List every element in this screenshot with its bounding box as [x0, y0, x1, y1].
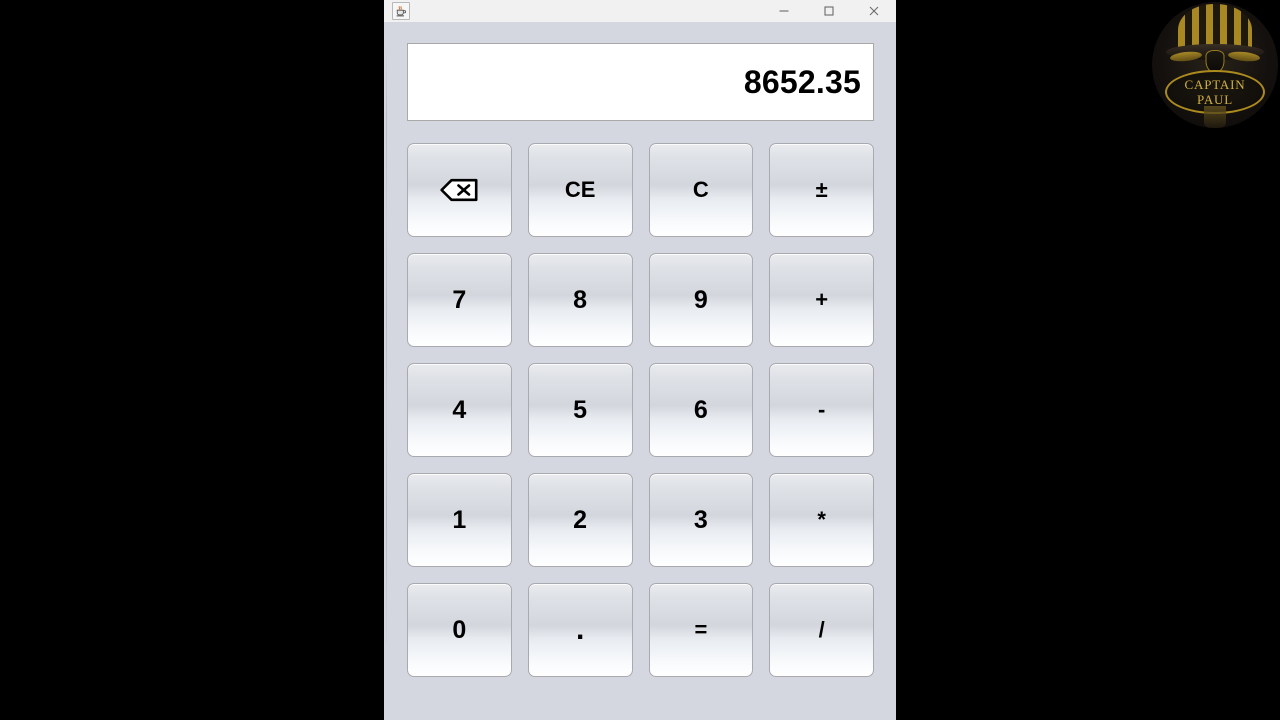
calculator-keypad: CE C ±7 8 9 +4 5 6 - 1 2 3 * 0. = / [407, 143, 874, 677]
maximize-icon[interactable] [806, 0, 851, 22]
key-digit-8[interactable]: 8 [527, 253, 633, 347]
key-label: 0 [452, 615, 467, 644]
key-decimal-point[interactable]: . [527, 583, 633, 677]
key-label: C [692, 177, 709, 202]
key-backspace[interactable] [407, 143, 512, 237]
key-digit-2[interactable]: 2 [527, 473, 633, 567]
key-label: 8 [573, 285, 588, 314]
window-controls [761, 0, 896, 22]
key-label: - [817, 397, 826, 422]
key-subtract[interactable]: - [769, 363, 874, 457]
key-digit-1[interactable]: 1 [407, 473, 512, 567]
key-digit-7[interactable]: 7 [407, 253, 512, 347]
key-digit-4[interactable]: 4 [407, 363, 512, 457]
key-digit-6[interactable]: 6 [648, 363, 754, 457]
window-edge-artifact [386, 44, 387, 644]
key-digit-3[interactable]: 3 [648, 473, 754, 567]
key-label: = [694, 617, 708, 642]
key-add[interactable]: + [769, 253, 874, 347]
key-label: / [818, 617, 825, 642]
key-label: + [815, 287, 829, 312]
key-label: ± [815, 177, 828, 202]
calculator-display[interactable]: 8652.35 [407, 43, 874, 121]
java-coffee-cup-icon [392, 2, 410, 20]
key-label: 5 [573, 395, 588, 424]
key-label: * [817, 507, 826, 532]
key-label: 6 [693, 395, 708, 424]
key-label: 4 [452, 395, 467, 424]
title-bar[interactable] [384, 0, 896, 22]
key-divide[interactable]: / [769, 583, 874, 677]
close-icon[interactable] [851, 0, 896, 22]
key-label: . [575, 613, 585, 646]
calculator-window: 8652.35 CE C ±7 8 9 +4 5 6 - 1 2 3 * 0. = / [384, 0, 896, 720]
logo-line-1: CAPTAIN [1184, 76, 1246, 92]
key-label: 7 [452, 285, 467, 314]
logo-stem [1204, 106, 1226, 128]
screen: CAPTAIN PAUL 8652.35 CE C ± 7 8 9 + 4 5 … [0, 0, 1280, 720]
key-label: 9 [693, 285, 708, 314]
minimize-icon[interactable] [761, 0, 806, 22]
key-digit-9[interactable]: 9 [648, 253, 754, 347]
key-label: 2 [573, 505, 588, 534]
key-sign-toggle[interactable]: ± [769, 143, 874, 237]
calculator-client-area: 8652.35 CE C ±7 8 9 +4 5 6 - 1 2 3 * 0. = / [384, 22, 896, 720]
backspace-icon [439, 178, 479, 202]
display-value: 8652.35 [743, 63, 861, 100]
key-equals[interactable]: = [648, 583, 754, 677]
key-digit-5[interactable]: 5 [527, 363, 633, 457]
key-clear-entry[interactable]: CE [527, 143, 633, 237]
key-clear[interactable]: C [648, 143, 754, 237]
logo-line-2: PAUL [1197, 91, 1233, 107]
key-multiply[interactable]: * [769, 473, 874, 567]
key-digit-0[interactable]: 0 [407, 583, 512, 677]
key-label: 1 [452, 505, 467, 534]
key-label: 3 [693, 505, 708, 534]
key-label: CE [564, 177, 596, 202]
captain-paul-logo-watermark: CAPTAIN PAUL [1152, 2, 1278, 128]
